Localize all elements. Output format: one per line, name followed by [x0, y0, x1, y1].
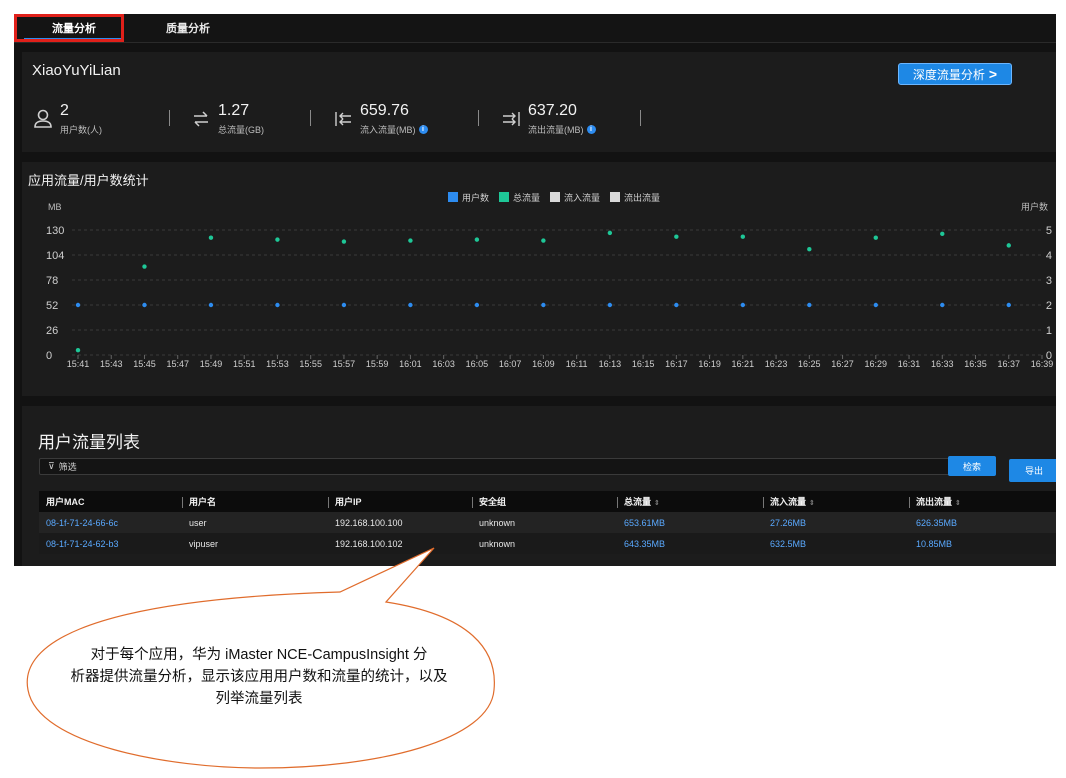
callout-line: 列举流量列表 [215, 691, 303, 707]
callout-line: 对于每个应用，华为 iMaster NCE-CampusInsight 分 [90, 647, 428, 663]
callout-text: 对于每个应用，华为 iMaster NCE-CampusInsight 分 析器… [24, 644, 494, 710]
callout-line: 析器提供流量分析，显示该应用用户数和流量的统计，以及 [70, 669, 448, 685]
